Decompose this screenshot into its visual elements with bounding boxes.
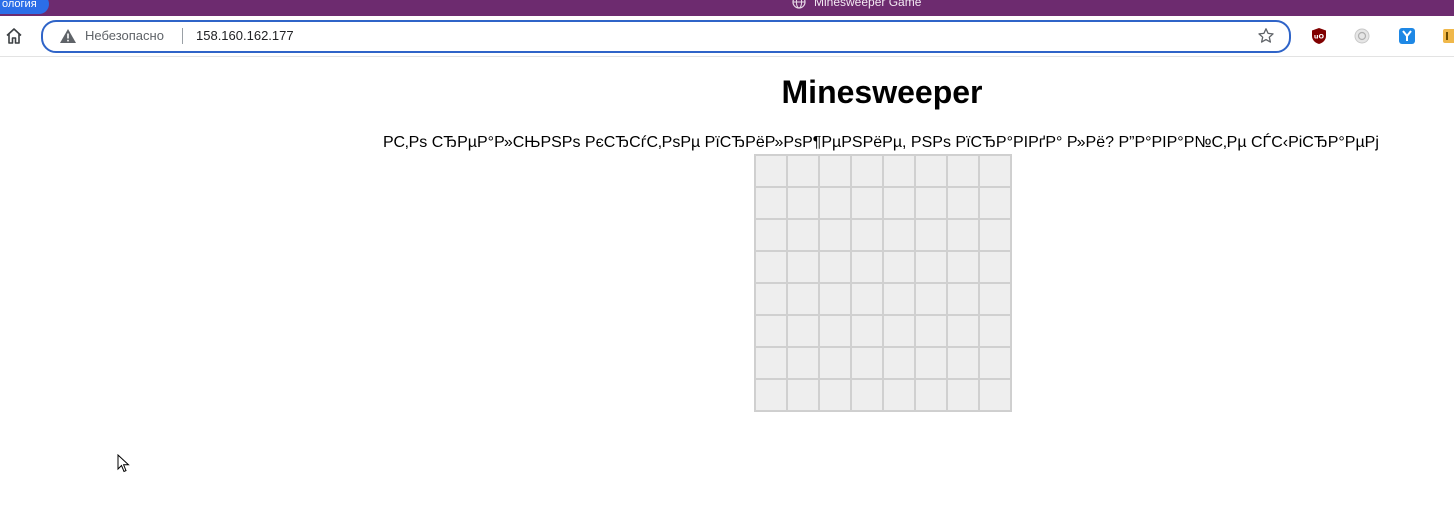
board-cell[interactable]: [852, 380, 882, 410]
board-cell[interactable]: [852, 220, 882, 250]
board-cell[interactable]: [980, 252, 1010, 282]
board-cell[interactable]: [916, 380, 946, 410]
extension-partial-icon[interactable]: [1443, 27, 1454, 45]
mouse-cursor-icon: [117, 454, 130, 473]
board-cell[interactable]: [980, 380, 1010, 410]
board-cell[interactable]: [820, 380, 850, 410]
board-cell[interactable]: [916, 220, 946, 250]
board-cell[interactable]: [756, 380, 786, 410]
board-cell[interactable]: [820, 156, 850, 186]
board-cell[interactable]: [788, 380, 818, 410]
url-text[interactable]: 158.160.162.177: [196, 28, 294, 43]
board-cell[interactable]: [852, 156, 882, 186]
board-cell[interactable]: [948, 252, 978, 282]
board-cell[interactable]: [788, 316, 818, 346]
board-cell[interactable]: [756, 316, 786, 346]
board-cell[interactable]: [852, 316, 882, 346]
board-cell[interactable]: [916, 252, 946, 282]
board-cell[interactable]: [820, 220, 850, 250]
board-cell[interactable]: [852, 284, 882, 314]
board-cell[interactable]: [820, 252, 850, 282]
board-cell[interactable]: [820, 316, 850, 346]
board-cell[interactable]: [980, 348, 1010, 378]
board-cell[interactable]: [948, 284, 978, 314]
globe-icon: [792, 0, 806, 9]
board-cell[interactable]: [948, 348, 978, 378]
board-cell[interactable]: [884, 252, 914, 282]
board-cell[interactable]: [852, 252, 882, 282]
board-cell[interactable]: [756, 220, 786, 250]
board-cell[interactable]: [788, 284, 818, 314]
tab-title-text: Minesweeper Game: [814, 0, 922, 9]
extension-gray-icon[interactable]: [1353, 27, 1371, 45]
active-tab[interactable]: Minesweeper Game: [792, 0, 921, 9]
board-cell[interactable]: [916, 188, 946, 218]
yandex-icon[interactable]: [1398, 27, 1416, 45]
board-cell[interactable]: [884, 284, 914, 314]
security-status-label[interactable]: Небезопасно: [85, 28, 164, 43]
board-cell[interactable]: [980, 188, 1010, 218]
page-title: Minesweeper: [781, 74, 983, 110]
board-cell[interactable]: [948, 380, 978, 410]
board-cell[interactable]: [884, 220, 914, 250]
board-cell[interactable]: [980, 316, 1010, 346]
board-cell[interactable]: [788, 156, 818, 186]
board-cell[interactable]: [884, 348, 914, 378]
board-cell[interactable]: [820, 348, 850, 378]
warning-icon[interactable]: [59, 28, 77, 44]
browser-titlebar: ология Minesweeper Game: [0, 0, 1454, 16]
board-cell[interactable]: [788, 348, 818, 378]
board-cell[interactable]: [756, 284, 786, 314]
board-cell[interactable]: [980, 156, 1010, 186]
board-cell[interactable]: [884, 380, 914, 410]
board-cell[interactable]: [916, 156, 946, 186]
board-cell[interactable]: [916, 316, 946, 346]
board-cell[interactable]: [788, 252, 818, 282]
address-bar[interactable]: Небезопасно 158.160.162.177: [41, 20, 1291, 53]
profile-chip[interactable]: ология: [0, 0, 49, 14]
home-icon[interactable]: [4, 26, 24, 46]
board-cell[interactable]: [980, 284, 1010, 314]
board-cell[interactable]: [820, 188, 850, 218]
board-cell[interactable]: [852, 188, 882, 218]
board-cell[interactable]: [948, 156, 978, 186]
board-cell[interactable]: [852, 348, 882, 378]
board-cell[interactable]: [916, 348, 946, 378]
board-cell[interactable]: [884, 188, 914, 218]
board-cell[interactable]: [756, 348, 786, 378]
board-cell[interactable]: [820, 284, 850, 314]
board-cell[interactable]: [756, 156, 786, 186]
board-cell[interactable]: [756, 252, 786, 282]
minesweeper-board: [754, 154, 1012, 412]
browser-toolbar: Небезопасно 158.160.162.177 uO: [0, 16, 1454, 57]
board-cell[interactable]: [948, 316, 978, 346]
board-cell[interactable]: [948, 220, 978, 250]
board-cell[interactable]: [980, 220, 1010, 250]
board-cell[interactable]: [788, 188, 818, 218]
ublock-icon[interactable]: uO: [1310, 27, 1328, 45]
board-cell[interactable]: [884, 316, 914, 346]
board-cell[interactable]: [756, 188, 786, 218]
board-cell[interactable]: [948, 188, 978, 218]
address-separator: [182, 28, 183, 44]
svg-text:uO: uO: [1314, 33, 1325, 41]
board-cell[interactable]: [916, 284, 946, 314]
game-prompt: РС‚Рѕ СЂРµР°Р»СЊРЅРѕ РєСЂСѓС‚РѕРµ РїСЂРё…: [383, 134, 1379, 151]
page-content: Minesweeper РС‚Рѕ СЂРµР°Р»СЊРЅРѕ РєСЂСѓС…: [0, 57, 1454, 528]
board-cell[interactable]: [788, 220, 818, 250]
bookmark-star-icon[interactable]: [1257, 27, 1275, 45]
board-cell[interactable]: [884, 156, 914, 186]
